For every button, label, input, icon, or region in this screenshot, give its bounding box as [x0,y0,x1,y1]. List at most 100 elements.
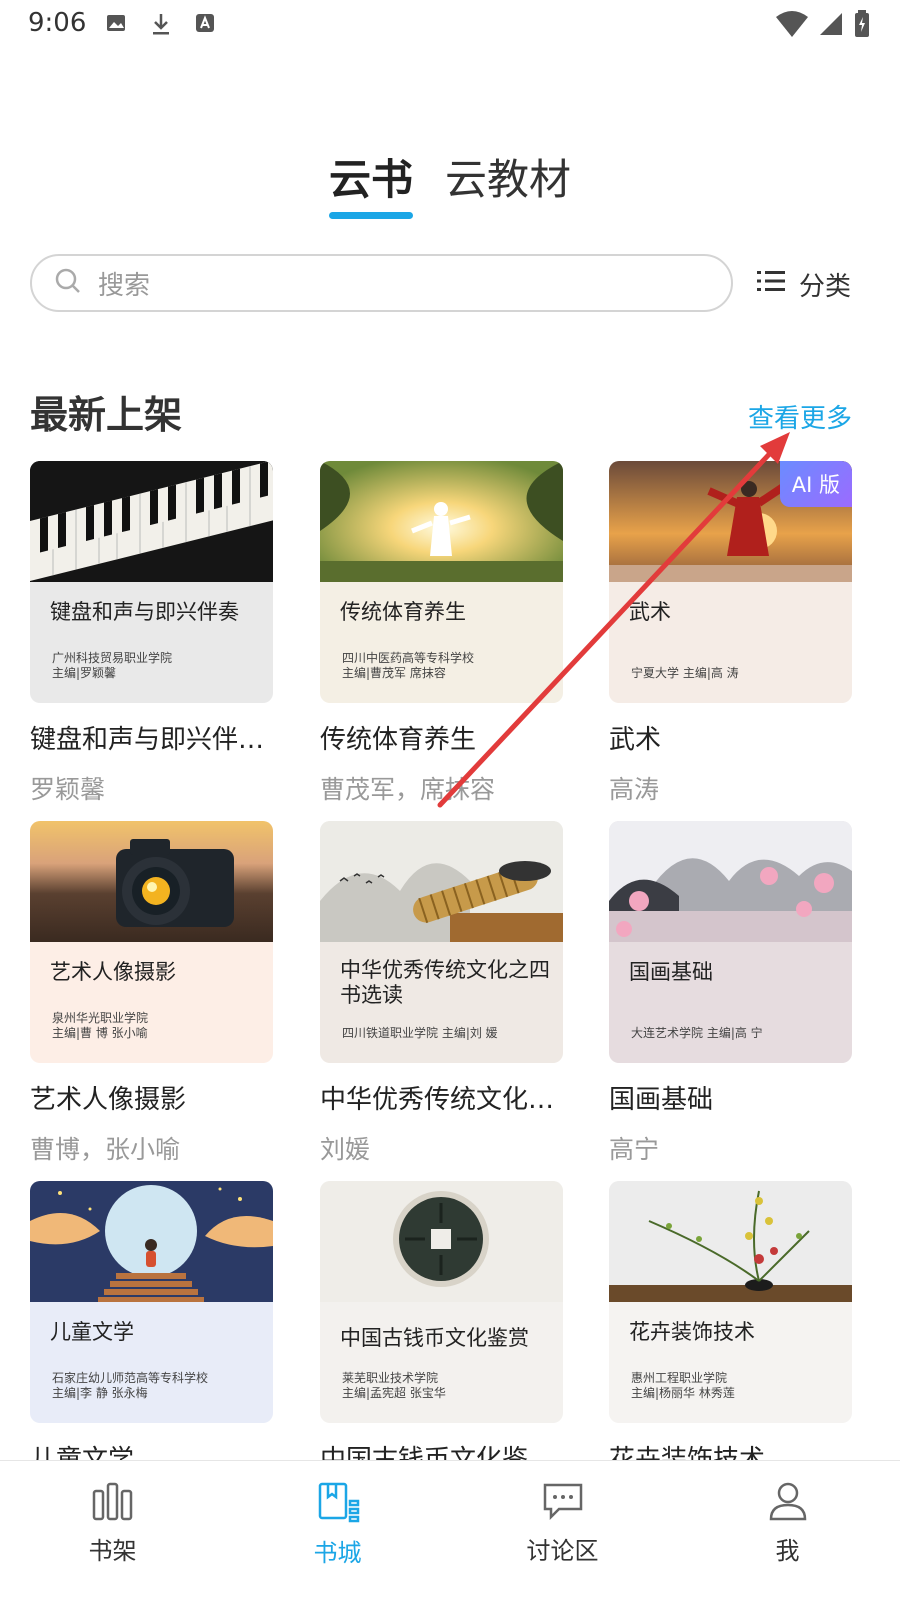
book-cover: 艺术人像摄影 泉州华光职业学院 主编|曹 博 张小喻 [30,821,273,1063]
book-cover: 键盘和声与即兴伴奏 广州科技贸易职业学院 主编|罗颖馨 [30,461,273,703]
book-card[interactable]: AI 版 武术 宁夏大学 主编|高 涛 武术 高涛 [609,461,852,806]
book-author: 曹茂军，席抹容 [320,775,496,804]
category-label: 分类 [799,272,852,302]
top-tab-bar: 云书 云教材 [0,146,900,219]
book-card[interactable]: 艺术人像摄影 泉州华光职业学院 主编|曹 博 张小喻 艺术人像摄影 曹博，张小喻 [30,821,273,1166]
ai-version-badge: AI 版 [779,461,852,507]
cover-title: 艺术人像摄影 [50,960,176,984]
cover-body: 传统体育养生 四川中医药高等专科学校 主编|曹茂军 席抹容 [320,582,563,703]
book-card[interactable]: 中华优秀传统文化之四书选读 四川铁道职业学院 主编|刘 媛 中华优秀传统文化… … [320,821,563,1166]
cover-body: 中国古钱币文化鉴赏 莱芜职业技术学院 主编|孟宪超 张宝华 [320,1302,563,1423]
search-placeholder: 搜索 [98,270,151,301]
user-icon [766,1481,810,1525]
book-cover: AI 版 武术 宁夏大学 主编|高 涛 [609,461,852,703]
book-cover: 国画基础 大连艺术学院 主编|高 宁 [609,821,852,1063]
book-title: 艺术人像摄影 [30,1085,187,1115]
book-card[interactable]: 儿童文学 石家庄幼儿师范高等专科学校 主编|李 静 张永梅 儿童文学 [30,1181,273,1476]
cover-image-scrolls [320,821,563,942]
nav-me-label: 我 [775,1537,800,1565]
cover-title: 国画基础 [629,960,713,984]
cover-meta: 石家庄幼儿师范高等专科学校 主编|李 静 张永梅 [52,1371,209,1400]
cover-body: 儿童文学 石家庄幼儿师范高等专科学校 主编|李 静 张永梅 [30,1302,273,1423]
book-card[interactable]: 花卉装饰技术 惠州工程职业学院 主编|杨丽华 林秀莲 花卉装饰技术 [609,1181,852,1476]
cover-image-piano [30,461,273,582]
book-title: 武术 [609,725,662,755]
active-tab-indicator [328,212,413,219]
nav-bookshelf[interactable]: 书架 [0,1461,225,1600]
cover-meta: 四川中医药高等专科学校 主编|曹茂军 席抹容 [342,651,475,680]
cover-body: 国画基础 大连艺术学院 主编|高 宁 [609,942,852,1063]
cover-title: 中华优秀传统文化之四书选读 [340,958,550,1007]
search-icon [54,267,82,299]
cover-body: 武术 宁夏大学 主编|高 涛 [609,582,852,703]
cover-title: 武术 [629,600,671,624]
cover-title: 花卉装饰技术 [629,1320,755,1344]
book-card[interactable]: 传统体育养生 四川中医药高等专科学校 主编|曹茂军 席抹容 传统体育养生 曹茂军… [320,461,563,806]
book-card[interactable]: 键盘和声与即兴伴奏 广州科技贸易职业学院 主编|罗颖馨 键盘和声与即兴伴… 罗颖… [30,461,273,806]
signal-icon [818,11,844,41]
nav-me[interactable]: 我 [675,1461,900,1600]
cover-body: 键盘和声与即兴伴奏 广州科技贸易职业学院 主编|罗颖馨 [30,582,273,703]
cover-image-camera [30,821,273,942]
bookstore-icon [316,1481,360,1527]
tab-cloud-textbook[interactable]: 云教材 [445,146,571,217]
book-author: 曹博，张小喻 [30,1135,181,1164]
book-title: 键盘和声与即兴伴… [30,725,265,755]
cover-image-ancient-coin [320,1181,563,1302]
book-cover: 花卉装饰技术 惠州工程职业学院 主编|杨丽华 林秀莲 [609,1181,852,1423]
a-notification-icon [194,12,216,36]
cover-title: 中国古钱币文化鉴赏 [340,1326,529,1350]
book-title: 传统体育养生 [320,725,477,755]
cover-meta: 宁夏大学 主编|高 涛 [631,666,739,680]
list-icon [757,269,785,300]
cover-image-moon-child [30,1181,273,1302]
nav-bookshelf-label: 书架 [88,1537,137,1565]
status-bar: 9:06 [0,0,900,48]
book-author: 高宁 [609,1135,660,1164]
nav-bookstore[interactable]: 书城 [225,1461,450,1600]
book-card[interactable]: 国画基础 大连艺术学院 主编|高 宁 国画基础 高宁 [609,821,852,1166]
cover-meta: 广州科技贸易职业学院 主编|罗颖馨 [52,651,173,680]
cover-body: 艺术人像摄影 泉州华光职业学院 主编|曹 博 张小喻 [30,942,273,1063]
status-notification-icons [106,12,216,36]
search-input[interactable]: 搜索 [30,254,733,312]
bottom-nav: 书架 书城 讨论区 我 [0,1460,900,1600]
status-time: 9:06 [28,8,87,38]
battery-icon [854,10,870,42]
book-author: 罗颖馨 [30,775,106,804]
cover-image-ikebana [609,1181,852,1302]
bookshelf-icon [91,1481,135,1525]
wifi-icon [776,11,808,41]
category-button[interactable]: 分类 [757,266,851,303]
cover-image-ink-lotus [609,821,852,942]
book-author: 刘媛 [320,1135,371,1164]
cover-body: 花卉装饰技术 惠州工程职业学院 主编|杨丽华 林秀莲 [609,1302,852,1423]
section-title: 最新上架 [30,393,183,437]
tab-cloud-book[interactable]: 云书 [328,146,413,219]
book-cover: 中华优秀传统文化之四书选读 四川铁道职业学院 主编|刘 媛 [320,821,563,1063]
cover-title: 传统体育养生 [340,600,466,624]
nav-discussion[interactable]: 讨论区 [450,1461,675,1600]
nav-bookstore-label: 书城 [313,1539,362,1567]
chat-icon [541,1481,585,1525]
download-notification-icon [150,12,172,36]
book-author: 高涛 [609,775,660,804]
tab-cloud-book-label: 云书 [328,155,413,204]
see-more-link[interactable]: 查看更多 [748,398,852,435]
book-title: 国画基础 [609,1085,714,1115]
image-notification-icon [106,12,128,36]
cover-meta: 四川铁道职业学院 主编|刘 媛 [342,1026,498,1040]
book-title: 中华优秀传统文化… [320,1085,555,1115]
cover-meta: 泉州华光职业学院 主编|曹 博 张小喻 [52,1011,149,1040]
book-cover: 传统体育养生 四川中医药高等专科学校 主编|曹茂军 席抹容 [320,461,563,703]
cover-meta: 大连艺术学院 主编|高 宁 [631,1026,763,1040]
tab-cloud-textbook-label: 云教材 [445,155,572,204]
cover-title: 键盘和声与即兴伴奏 [50,600,239,624]
nav-discussion-label: 讨论区 [526,1537,599,1565]
status-system-icons [776,10,870,42]
cover-title: 儿童文学 [50,1320,134,1344]
cover-body: 中华优秀传统文化之四书选读 四川铁道职业学院 主编|刘 媛 [320,942,563,1063]
book-cover: 儿童文学 石家庄幼儿师范高等专科学校 主编|李 静 张永梅 [30,1181,273,1423]
book-card[interactable]: 中国古钱币文化鉴赏 莱芜职业技术学院 主编|孟宪超 张宝华 中国古钱币文化鉴 [320,1181,563,1476]
cover-meta: 惠州工程职业学院 主编|杨丽华 林秀莲 [631,1371,735,1400]
